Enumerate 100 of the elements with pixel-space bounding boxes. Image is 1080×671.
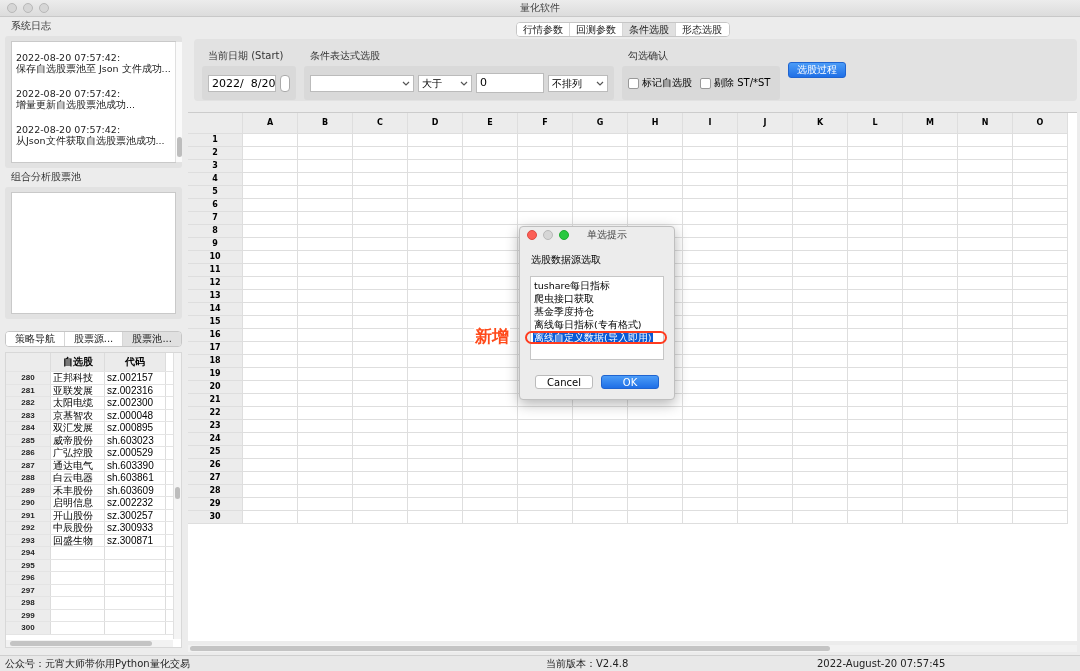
column-header: F <box>518 113 573 134</box>
table-cell: sz.300933 <box>105 522 166 534</box>
row-header: 18 <box>188 355 243 368</box>
column-header: J <box>738 113 793 134</box>
table-cell: sz.002232 <box>105 497 166 509</box>
window-title: 量化软件 <box>520 1 560 15</box>
row-header: 23 <box>188 420 243 433</box>
dialog-prompt: 选股数据源选取 <box>531 253 602 267</box>
table-cell: sz.000529 <box>105 447 166 459</box>
table-cell: 禾丰股份 <box>51 484 105 496</box>
row-header: 8 <box>188 225 243 238</box>
row-header: 288 <box>6 472 51 484</box>
table-cell: sh.603861 <box>105 472 166 484</box>
table-cell: 通达电气 <box>51 459 105 471</box>
column-header: H <box>628 113 683 134</box>
column-header: B <box>298 113 353 134</box>
row-header: 22 <box>188 407 243 420</box>
row-header: 26 <box>188 459 243 472</box>
table-cell: 京基智农 <box>51 409 105 421</box>
row-header: 2 <box>188 147 243 160</box>
row-header: 3 <box>188 160 243 173</box>
row-header: 16 <box>188 329 243 342</box>
row-header: 298 <box>6 597 51 609</box>
section-label: 系统日志 <box>10 19 52 33</box>
group-label: 条件表达式选股 <box>309 49 381 63</box>
table-cell: sh.603390 <box>105 459 166 471</box>
log-message: 保存自选股票池至 Json 文件成功... <box>16 63 171 76</box>
log-time: 2022-08-20 07:57:42: <box>16 52 122 63</box>
row-header: 300 <box>6 622 51 634</box>
table-cell: sz.000895 <box>105 422 166 434</box>
row-header: 29 <box>188 498 243 511</box>
column-header: E <box>463 113 518 134</box>
row-header: 4 <box>188 173 243 186</box>
table-cell: 广弘控股 <box>51 447 105 459</box>
log-message: 增量更新自选股票池成功... <box>16 99 137 112</box>
table-cell: sz.300257 <box>105 509 166 521</box>
column-header: 自选股 <box>51 353 105 371</box>
row-header: 280 <box>6 372 51 384</box>
row-header: 13 <box>188 290 243 303</box>
column-header: O <box>1013 113 1068 134</box>
log-message: 从Json文件获取自选股票池成功... <box>16 135 166 148</box>
timestamp: 2022-August-20 07:57:45 <box>817 658 946 669</box>
table-cell: 回盛生物 <box>51 534 105 546</box>
row-header: 5 <box>188 186 243 199</box>
table-cell: 正邦科技 <box>51 372 105 384</box>
row-header: 21 <box>188 394 243 407</box>
log-time: 2022-08-20 07:57:42: <box>16 124 122 135</box>
row-header: 7 <box>188 212 243 225</box>
row-header: 20 <box>188 381 243 394</box>
section-label: 组合分析股票池 <box>10 170 82 184</box>
table-cell: 开山股份 <box>51 509 105 521</box>
row-header: 296 <box>6 572 51 584</box>
table-cell: 双汇发展 <box>51 422 105 434</box>
table-cell: sh.603023 <box>105 434 166 446</box>
row-header: 24 <box>188 433 243 446</box>
column-header: G <box>573 113 628 134</box>
table-cell: 亚联发展 <box>51 384 105 396</box>
table-cell: 启明信息 <box>51 497 105 509</box>
row-header: 290 <box>6 497 51 509</box>
column-header: 代码 <box>105 353 166 371</box>
table-cell: sz.300871 <box>105 534 166 546</box>
table-cell: 中辰股份 <box>51 522 105 534</box>
row-header: 27 <box>188 472 243 485</box>
table-cell: 太阳电缆 <box>51 397 105 409</box>
table-cell: sz.002300 <box>105 397 166 409</box>
column-header: C <box>353 113 408 134</box>
row-header: 1 <box>188 134 243 147</box>
table-cell: sh.603609 <box>105 484 166 496</box>
column-header: I <box>683 113 738 134</box>
status-text: 公众号：元宵大师带你用Python量化交易 <box>4 656 191 671</box>
annotation-overlay: 新增 <box>474 326 510 346</box>
row-header: 10 <box>188 251 243 264</box>
row-header: 294 <box>6 547 51 559</box>
column-header: D <box>408 113 463 134</box>
row-header: 286 <box>6 447 51 459</box>
row-header: 15 <box>188 316 243 329</box>
column-header: L <box>848 113 903 134</box>
row-header: 17 <box>188 342 243 355</box>
row-header: 14 <box>188 303 243 316</box>
row-header: 30 <box>188 511 243 524</box>
row-header: 12 <box>188 277 243 290</box>
row-header: 19 <box>188 368 243 381</box>
column-header: N <box>958 113 1013 134</box>
group-label: 勾选确认 <box>627 49 669 63</box>
table-cell: 白云电器 <box>51 472 105 484</box>
row-header: 292 <box>6 522 51 534</box>
row-header: 284 <box>6 422 51 434</box>
version-text: 当前版本：V2.4.8 <box>546 656 630 671</box>
row-header: 282 <box>6 397 51 409</box>
row-header: 6 <box>188 199 243 212</box>
row-header: 11 <box>188 264 243 277</box>
table-cell: sz.000048 <box>105 409 166 421</box>
group-label: 当前日期 (Start) <box>207 49 285 63</box>
log-time: 2022-08-20 07:57:42: <box>16 88 122 99</box>
table-cell: sz.002157 <box>105 372 166 384</box>
dialog-title: 单选提示 <box>586 228 627 242</box>
column-header: K <box>793 113 848 134</box>
column-header: A <box>243 113 298 134</box>
table-cell: 威帝股份 <box>51 434 105 446</box>
row-header: 25 <box>188 446 243 459</box>
